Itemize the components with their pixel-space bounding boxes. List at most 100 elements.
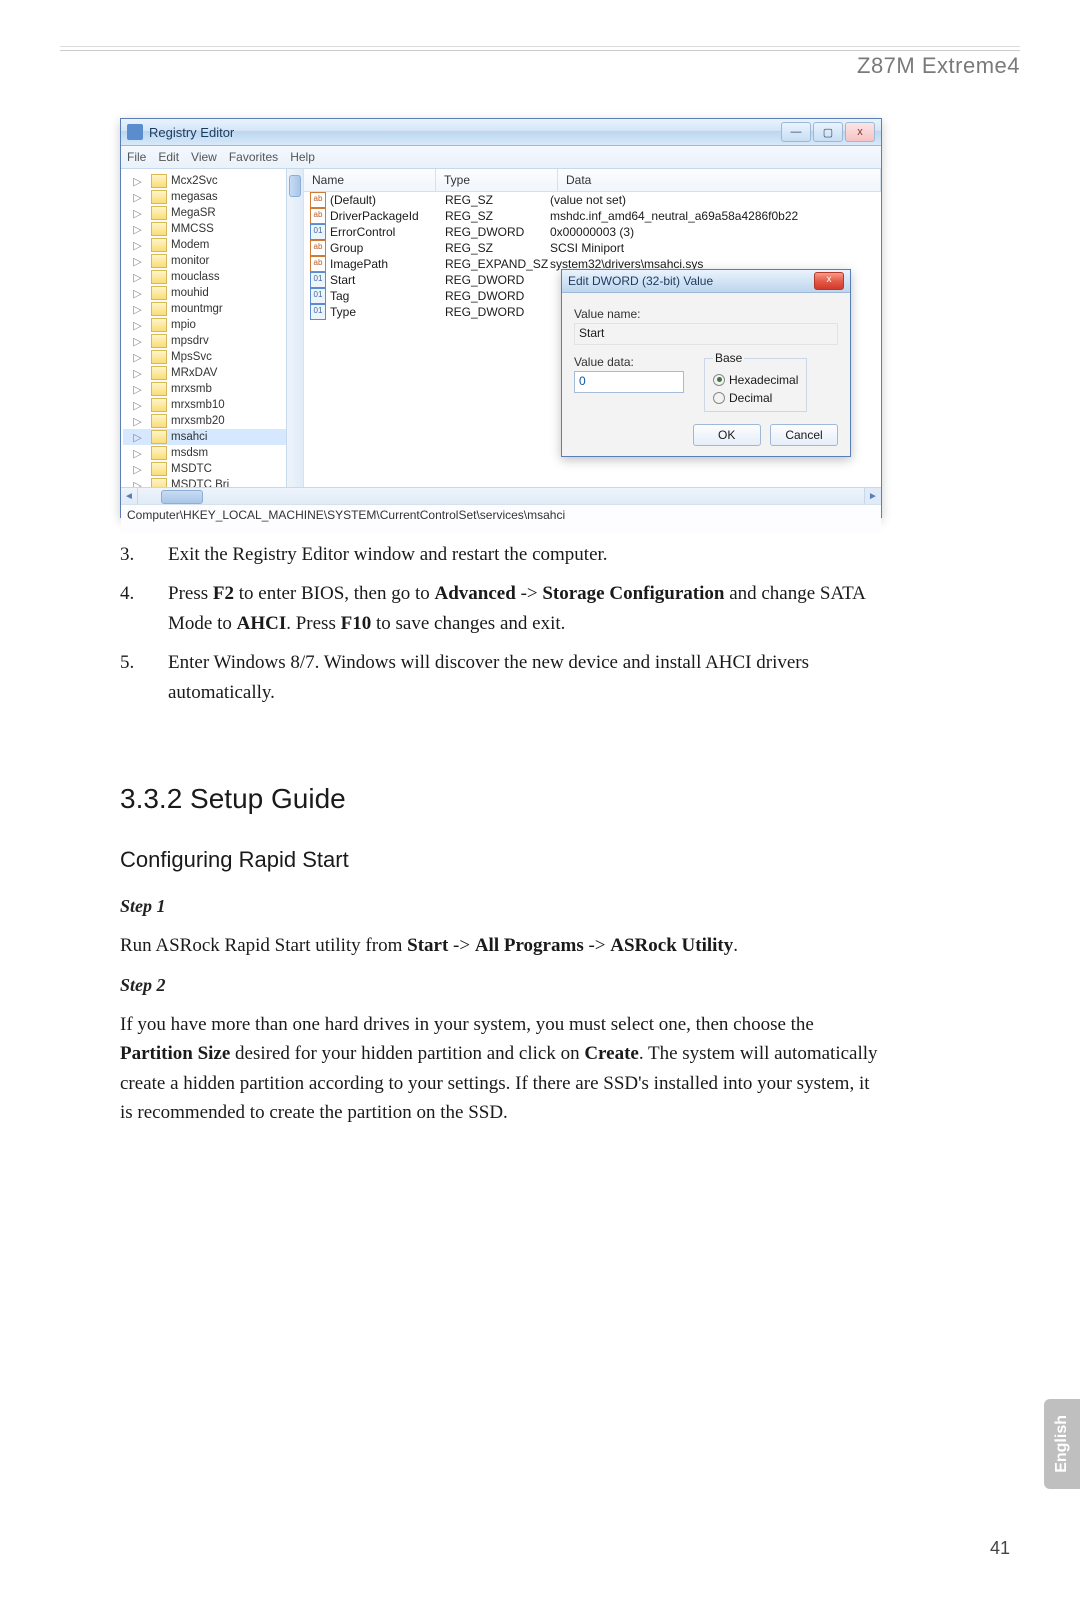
list-header: Name Type Data	[304, 169, 881, 192]
expander-icon[interactable]: ▷	[133, 223, 142, 236]
tree-item[interactable]: ▷ mrxsmb10	[123, 397, 303, 413]
expander-icon[interactable]: ▷	[133, 463, 142, 476]
edit-dword-dialog: Edit DWORD (32-bit) Value x Value name: …	[561, 269, 851, 457]
tree-item-label: MpsSvc	[171, 351, 212, 363]
dialog-close-button[interactable]: x	[814, 272, 844, 290]
tree-pane[interactable]: ▷Mcx2Svc▷megasas▷MegaSR▷MMCSS▷Modem▷moni…	[121, 169, 304, 487]
registry-value-row[interactable]: 01ErrorControlREG_DWORD0x00000003 (3)	[304, 224, 881, 240]
expander-icon[interactable]: ▷	[133, 207, 142, 220]
menu-help[interactable]: Help	[290, 150, 315, 164]
menu-bar: File Edit View Favorites Help	[121, 146, 881, 169]
list-text: Exit the Registry Editor window and rest…	[168, 540, 880, 569]
value-data: (value not set)	[550, 193, 881, 207]
registry-value-row[interactable]: abGroupREG_SZSCSI Miniport	[304, 240, 881, 256]
expander-icon[interactable]: ▷	[133, 367, 142, 380]
tree-item[interactable]: ▷mountmgr	[123, 301, 303, 317]
value-data: SCSI Miniport	[550, 241, 881, 255]
expander-icon[interactable]: ▷	[133, 415, 142, 428]
tree-item[interactable]: ▷msdsm	[123, 445, 303, 461]
subsection-heading: Configuring Rapid Start	[120, 843, 880, 877]
tree-item[interactable]: ▷ megasas	[123, 189, 303, 205]
expander-icon[interactable]: ▷	[133, 319, 142, 332]
registry-value-row[interactable]: abDriverPackageIdREG_SZmshdc.inf_amd64_n…	[304, 208, 881, 224]
expander-icon[interactable]: ▷	[133, 303, 142, 316]
expander-icon[interactable]: ▷	[133, 335, 142, 348]
expander-icon[interactable]: ▷	[133, 479, 142, 488]
tree-item[interactable]: ▷monitor	[123, 253, 303, 269]
tree-item[interactable]: ▷ mouclass	[123, 269, 303, 285]
step-1-label: Step 1	[120, 893, 880, 921]
tree-item[interactable]: ▷ MRxDAV	[123, 365, 303, 381]
tree-item[interactable]: ▷mrxsmb	[123, 381, 303, 397]
value-name: Group	[330, 241, 445, 255]
tree-item[interactable]: ▷Mcx2Svc	[123, 173, 303, 189]
registry-value-row[interactable]: ab(Default)REG_SZ(value not set)	[304, 192, 881, 208]
status-bar: Computer\HKEY_LOCAL_MACHINE\SYSTEM\Curre…	[121, 504, 881, 533]
expander-icon[interactable]: ▷	[133, 351, 142, 364]
list-pane[interactable]: Name Type Data ab(Default)REG_SZ(value n…	[304, 169, 881, 487]
tree-item[interactable]: ▷MSDTC Bri	[123, 477, 303, 487]
tree-item-label: mouclass	[171, 271, 220, 283]
value-name: DriverPackageId	[330, 209, 445, 223]
expander-icon[interactable]: ▷	[133, 287, 142, 300]
maximize-button[interactable]: ▢	[813, 122, 843, 142]
expander-icon[interactable]: ▷	[133, 399, 142, 412]
tree-item[interactable]: ▷mrxsmb20	[123, 413, 303, 429]
close-button[interactable]: x	[845, 122, 875, 142]
value-name: ImagePath	[330, 257, 445, 271]
horizontal-scrollbar[interactable]: ◄ ►	[121, 487, 881, 504]
scroll-right-icon[interactable]: ►	[864, 488, 881, 504]
tree-item[interactable]: ▷mouhid	[123, 285, 303, 301]
tree-item-label: megasas	[171, 191, 218, 203]
tree-item[interactable]: ▷MegaSR	[123, 205, 303, 221]
expander-icon[interactable]: ▷	[133, 191, 142, 204]
col-name[interactable]: Name	[304, 169, 436, 191]
tree-item[interactable]: ▷MMCSS	[123, 221, 303, 237]
tree-item[interactable]: ▷ MpsSvc	[123, 349, 303, 365]
product-model: Z87M Extreme4	[857, 53, 1020, 78]
menu-view[interactable]: View	[191, 150, 217, 164]
scroll-left-icon[interactable]: ◄	[121, 488, 138, 504]
value-type: REG_SZ	[445, 209, 550, 223]
expander-icon[interactable]: ▷	[133, 239, 142, 252]
tree-item[interactable]: ▷MSDTC	[123, 461, 303, 477]
value-data-input[interactable]: 0	[574, 371, 684, 393]
col-data[interactable]: Data	[558, 169, 881, 191]
ok-button[interactable]: OK	[693, 424, 761, 446]
folder-icon	[151, 238, 167, 252]
string-value-icon: ab	[310, 256, 326, 272]
scrollbar-thumb[interactable]	[289, 175, 301, 197]
tree-item-label: msahci	[171, 431, 207, 443]
expander-icon[interactable]: ▷	[133, 383, 142, 396]
string-value-icon: ab	[310, 192, 326, 208]
tree-item[interactable]: ▷mpsdrv	[123, 333, 303, 349]
minimize-button[interactable]: —	[781, 122, 811, 142]
tree-item[interactable]: ▷ mpio	[123, 317, 303, 333]
expander-icon[interactable]: ▷	[133, 271, 142, 284]
folder-icon	[151, 462, 167, 476]
expander-icon[interactable]: ▷	[133, 255, 142, 268]
tree-item-label: mpio	[171, 319, 196, 331]
radio-dot-icon	[713, 374, 725, 386]
radio-hexadecimal[interactable]: Hexadecimal	[713, 373, 798, 387]
tree-scrollbar[interactable]	[286, 169, 303, 487]
tree-item-label: mrxsmb10	[171, 399, 225, 411]
step-2-text: If you have more than one hard drives in…	[120, 1010, 880, 1128]
folder-icon	[151, 446, 167, 460]
cancel-button[interactable]: Cancel	[770, 424, 838, 446]
tree-item[interactable]: ▷Modem	[123, 237, 303, 253]
menu-file[interactable]: File	[127, 150, 146, 164]
folder-icon	[151, 382, 167, 396]
hscroll-thumb[interactable]	[161, 490, 203, 504]
expander-icon[interactable]: ▷	[133, 447, 142, 460]
tree-item[interactable]: ▷ msahci	[123, 429, 303, 445]
menu-edit[interactable]: Edit	[158, 150, 179, 164]
expander-icon[interactable]: ▷	[133, 431, 142, 444]
radio-decimal[interactable]: Decimal	[713, 391, 798, 405]
binary-value-icon: 01	[310, 304, 326, 320]
tree-item-label: MRxDAV	[171, 367, 217, 379]
list-item-5: 5. Enter Windows 8/7. Windows will disco…	[120, 648, 880, 707]
col-type[interactable]: Type	[436, 169, 558, 191]
menu-favorites[interactable]: Favorites	[229, 150, 278, 164]
expander-icon[interactable]: ▷	[133, 175, 142, 188]
